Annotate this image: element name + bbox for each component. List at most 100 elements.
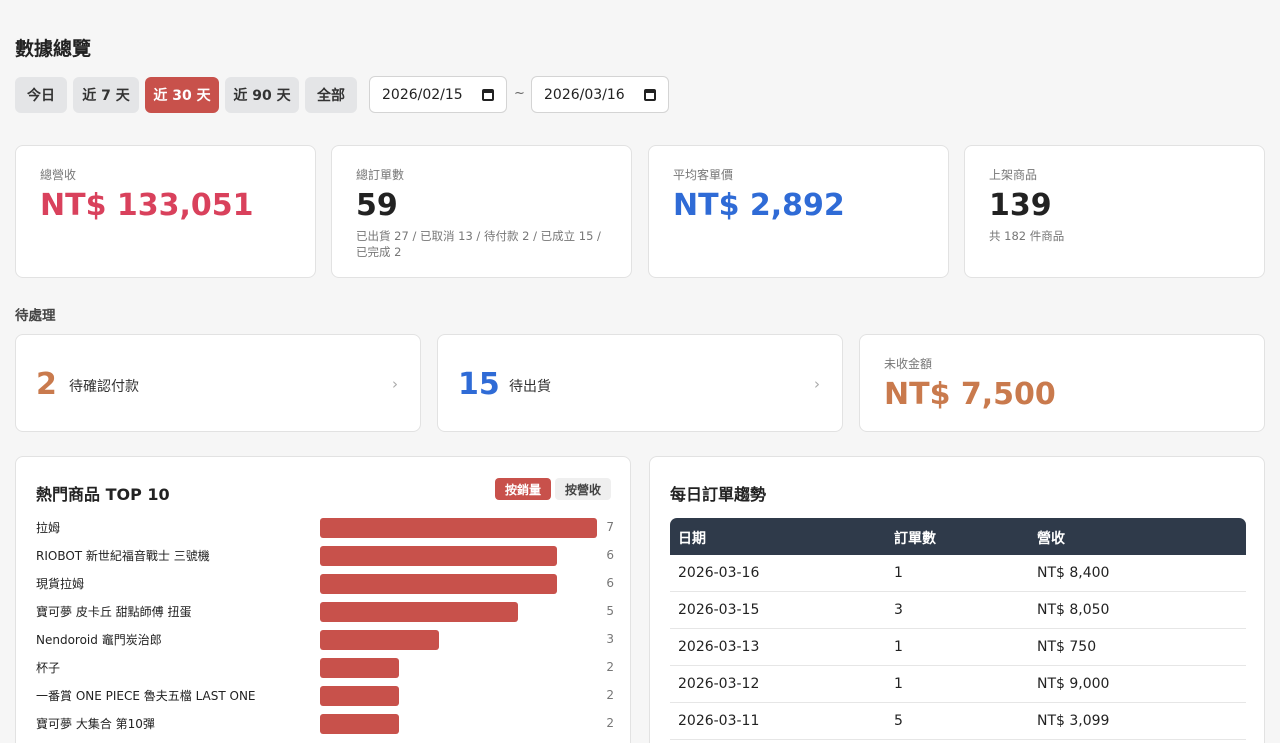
stat-card-orders: 總訂單數 59 已出貨 27 / 已取消 13 / 待付款 2 / 已成立 15…	[331, 145, 632, 278]
bar-value-label: 6	[606, 548, 614, 562]
pending-section-label: 待處理	[15, 308, 56, 324]
bar-label: RIOBOT 新世紀福音戰士 三號機	[36, 549, 210, 563]
range-30d-button[interactable]: 近 30 天	[145, 77, 219, 113]
cell-orders: 3	[894, 602, 903, 618]
top-products-title: 熱門商品 TOP 10	[36, 485, 170, 504]
range-90d-button[interactable]: 近 90 天	[225, 77, 299, 113]
bar-row: 寶可夢 大集合 第10彈 2	[36, 713, 614, 735]
stat-card-products: 上架商品 139 共 182 件商品	[964, 145, 1265, 278]
bar-row: RIOBOT 新世紀福音戰士 三號機 6	[36, 545, 614, 567]
stat-label: 總訂單數	[356, 168, 405, 182]
chevron-right-icon: ›	[814, 375, 820, 393]
stat-value: 59	[356, 188, 398, 223]
stat-label: 上架商品	[989, 168, 1038, 182]
bar	[320, 518, 597, 538]
bar-row: 一番賞 ONE PIECE 魯夫五檔 LAST ONE 2	[36, 685, 614, 707]
bar-label: 寶可夢 皮卡丘 甜點師傅 扭蛋	[36, 605, 192, 619]
calendar-icon[interactable]	[482, 88, 494, 101]
unpaid-label: 未收金額	[884, 357, 933, 371]
bar	[320, 658, 400, 678]
bar	[320, 602, 518, 622]
bar-label: 一番賞 ONE PIECE 魯夫五檔 LAST ONE	[36, 689, 256, 703]
unpaid-amount-card: 未收金額 NT$ 7,500	[859, 334, 1265, 432]
table-header: 日期 訂單數 營收	[670, 518, 1246, 555]
bar-value-label: 2	[606, 716, 614, 730]
top-products-panel: 熱門商品 TOP 10 按銷量 按營收 拉姆 7 RIOBOT 新世紀福音戰士 三號…	[15, 456, 631, 743]
bar	[320, 630, 439, 650]
date-from-input[interactable]: 2026/02/15	[369, 76, 507, 113]
date-from-value: 2026/02/15	[382, 86, 463, 103]
stat-card-avg-order: 平均客單價 NT$ 2,892	[648, 145, 949, 278]
stat-label: 平均客單價	[673, 168, 734, 182]
pending-to-ship-card[interactable]: 15 待出貨 ›	[437, 334, 843, 432]
range-7d-button[interactable]: 近 7 天	[73, 77, 139, 113]
pending-count: 15	[458, 367, 500, 402]
column-header-orders[interactable]: 訂單數	[894, 528, 936, 548]
cell-date: 2026-03-12	[678, 676, 760, 692]
cell-orders: 1	[894, 565, 903, 581]
sort-by-sales-button[interactable]: 按銷量	[495, 478, 551, 500]
cell-revenue: NT$ 8,400	[1037, 565, 1110, 581]
cell-orders: 1	[894, 639, 903, 655]
cell-revenue: NT$ 9,000	[1037, 676, 1110, 692]
chevron-right-icon: ›	[392, 375, 398, 393]
range-all-button[interactable]: 全部	[305, 77, 357, 113]
bar	[320, 546, 558, 566]
cell-date: 2026-03-16	[678, 565, 760, 581]
pending-confirm-payment-card[interactable]: 2 待確認付款 ›	[15, 334, 421, 432]
bar-value-label: 7	[606, 520, 614, 534]
bar-label: 拉姆	[36, 521, 61, 535]
bar-value-label: 5	[606, 604, 614, 618]
bar-label: 杯子	[36, 661, 61, 675]
sort-by-revenue-button[interactable]: 按營收	[555, 478, 611, 500]
daily-orders-panel: 每日訂單趨勢 日期 訂單數 營收 2026-03-16 1 NT$ 8,400 202…	[649, 456, 1265, 743]
date-to-input[interactable]: 2026/03/16	[531, 76, 669, 113]
bar-row: 寶可夢 皮卡丘 甜點師傅 扭蛋 5	[36, 601, 614, 623]
bar-value-label: 2	[606, 660, 614, 674]
column-header-date[interactable]: 日期	[678, 528, 706, 548]
bar-label: 現貨拉姆	[36, 577, 85, 591]
cell-date: 2026-03-11	[678, 713, 760, 729]
bar	[320, 574, 558, 594]
page-title: 數據總覽	[15, 38, 92, 60]
bar-label: 寶可夢 大集合 第10彈	[36, 717, 155, 731]
calendar-icon[interactable]	[644, 88, 656, 101]
stat-value: NT$ 133,051	[40, 188, 254, 223]
pending-label: 待確認付款	[69, 379, 139, 395]
range-today-button[interactable]: 今日	[15, 77, 67, 113]
table-row: 2026-03-13 1 NT$ 750	[670, 629, 1246, 666]
stat-label: 總營收	[40, 168, 77, 182]
daily-orders-title: 每日訂單趨勢	[670, 485, 767, 504]
cell-revenue: NT$ 8,050	[1037, 602, 1110, 618]
stat-value: 139	[989, 188, 1052, 223]
bar-label: Nendoroid 竈門炭治郎	[36, 633, 162, 647]
cell-revenue: NT$ 3,099	[1037, 713, 1110, 729]
cell-revenue: NT$ 750	[1037, 639, 1097, 655]
stat-value: NT$ 2,892	[673, 188, 845, 223]
stat-card-revenue: 總營收 NT$ 133,051	[15, 145, 316, 278]
pending-label: 待出貨	[509, 379, 551, 395]
bar-value-label: 3	[606, 632, 614, 646]
date-to-value: 2026/03/16	[544, 86, 625, 103]
bar-value-label: 2	[606, 688, 614, 702]
unpaid-value: NT$ 7,500	[884, 377, 1056, 412]
date-separator: ~	[514, 86, 525, 101]
bar	[320, 686, 400, 706]
column-header-revenue[interactable]: 營收	[1037, 528, 1065, 548]
table-row: 2026-03-15 3 NT$ 8,050	[670, 592, 1246, 629]
order-status-breakdown: 已出貨 27 / 已取消 13 / 待付款 2 / 已成立 15 / 已完成 2	[356, 229, 601, 259]
bar	[320, 714, 400, 734]
cell-orders: 5	[894, 713, 903, 729]
cell-orders: 1	[894, 676, 903, 692]
pending-count: 2	[36, 367, 57, 402]
bar-row: 現貨拉姆 6	[36, 573, 614, 595]
product-total: 共 182 件商品	[989, 229, 1065, 243]
cell-date: 2026-03-13	[678, 639, 760, 655]
table-row: 2026-03-11 5 NT$ 3,099	[670, 703, 1246, 740]
bar-row: Nendoroid 竈門炭治郎 3	[36, 629, 614, 651]
cell-date: 2026-03-15	[678, 602, 760, 618]
table-row: 2026-03-16 1 NT$ 8,400	[670, 555, 1246, 592]
bar-value-label: 6	[606, 576, 614, 590]
bar-row: 拉姆 7	[36, 517, 614, 539]
bar-row: 杯子 2	[36, 657, 614, 679]
